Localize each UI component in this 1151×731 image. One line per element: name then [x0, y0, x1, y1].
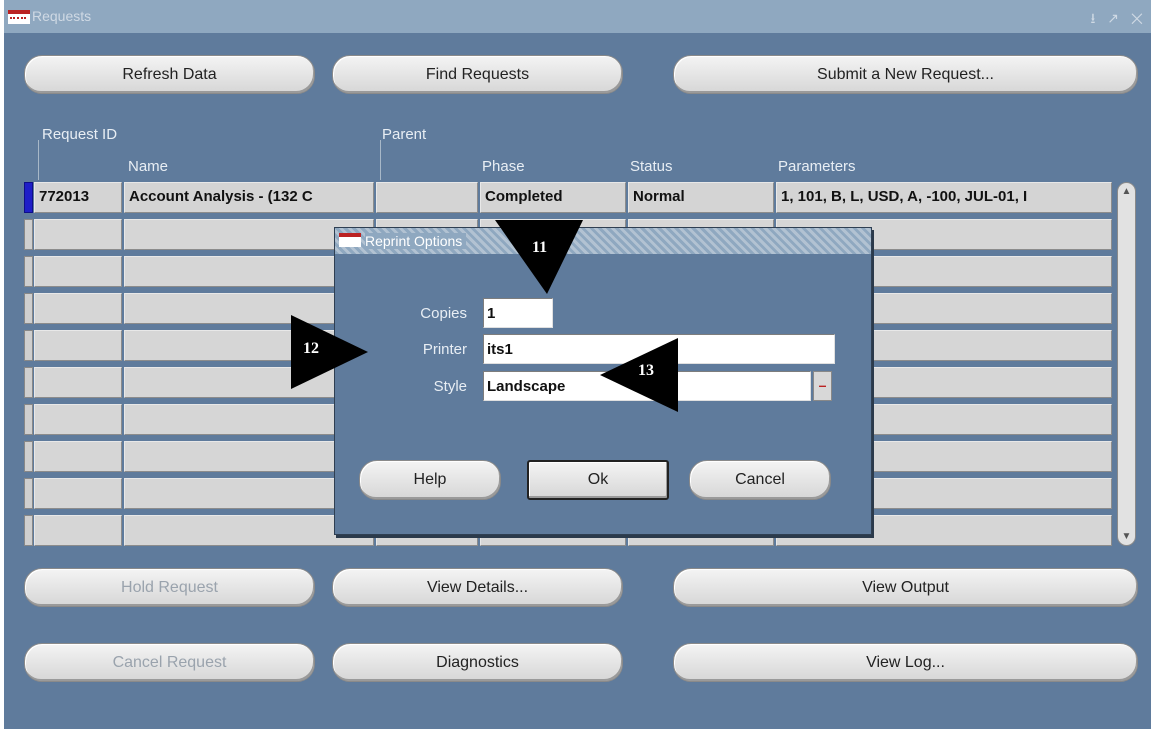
callout-label-11: 11	[532, 239, 548, 256]
callout-arrow-11	[495, 220, 583, 294]
callout-label-13: 13	[638, 362, 654, 379]
callout-layer	[291, 220, 678, 412]
callout-label-12: 12	[303, 340, 319, 357]
